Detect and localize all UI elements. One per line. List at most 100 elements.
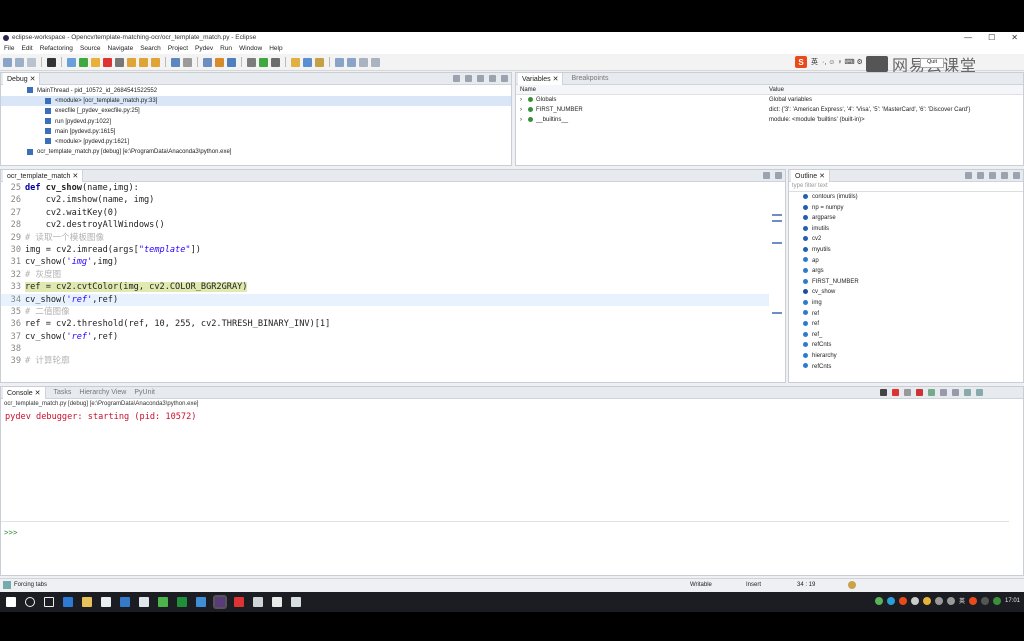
use-step-filters-icon[interactable] — [183, 57, 192, 67]
maximize-editor-icon[interactable] — [775, 172, 782, 179]
forward-icon[interactable] — [371, 57, 380, 67]
search-icon[interactable] — [25, 597, 35, 607]
resume-icon[interactable] — [79, 57, 88, 67]
outline-item[interactable]: FIRST_NUMBER — [789, 277, 1023, 288]
clear-console-icon[interactable] — [928, 389, 935, 396]
app-icon-3[interactable] — [177, 597, 187, 607]
tab-hierarchy-view[interactable]: Hierarchy View — [79, 389, 126, 396]
outline-item[interactable]: ref — [789, 309, 1023, 320]
progress-icon[interactable] — [848, 581, 856, 589]
code-line[interactable]: 31 cv_show('img',img) — [1, 256, 769, 268]
close-icon[interactable] — [989, 172, 996, 179]
new-icon[interactable] — [3, 57, 12, 67]
code-line[interactable]: 26 cv2.imshow(name, img) — [1, 194, 769, 206]
menu-source[interactable]: Source — [80, 45, 101, 52]
debug-stack-item[interactable]: main [pydevd.py:1615] — [1, 127, 511, 137]
eclipse-taskbar-icon[interactable] — [213, 595, 227, 609]
wechat-icon[interactable] — [158, 597, 168, 607]
app-icon-8[interactable] — [291, 597, 301, 607]
outline-item[interactable]: argparse — [789, 213, 1023, 224]
view-menu-icon[interactable] — [477, 75, 484, 82]
outline-item[interactable]: cv2 — [789, 234, 1023, 245]
tab-pyunit[interactable]: PyUnit — [134, 389, 155, 396]
link-icon[interactable] — [1001, 172, 1008, 179]
app-icon-7[interactable] — [272, 597, 282, 607]
collapse-icon[interactable] — [465, 75, 472, 82]
maximize-view-icon[interactable] — [501, 75, 508, 82]
code-line[interactable]: 29 # 读取一个模板图像 — [1, 232, 769, 244]
menu-file[interactable]: File — [4, 45, 14, 52]
menu-window[interactable]: Window — [239, 45, 262, 52]
app-icon-6[interactable] — [253, 597, 263, 607]
close-button[interactable]: ✕ — [1011, 33, 1018, 42]
variable-row[interactable]: › Globals Global variables — [516, 95, 1023, 105]
open-console-icon[interactable] — [976, 389, 983, 396]
debug-config-icon[interactable] — [247, 57, 256, 67]
tab-breakpoints[interactable]: Breakpoints — [571, 75, 608, 82]
code-line[interactable]: 33 ref = cv2.cvtColor(img, cv2.COLOR_BGR2… — [1, 281, 769, 293]
menu-pydev[interactable]: Pydev — [195, 45, 213, 52]
quick-access[interactable]: Quit — [920, 58, 944, 68]
tab-variables[interactable]: Variables ✕ — [518, 73, 564, 85]
outline-item[interactable]: np = numpy — [789, 203, 1023, 214]
outline-item[interactable]: ref — [789, 319, 1023, 330]
app-icon-4[interactable] — [196, 597, 206, 607]
menu-navigate[interactable]: Navigate — [108, 45, 134, 52]
display-console-icon[interactable] — [964, 389, 971, 396]
explorer-icon[interactable] — [82, 597, 92, 607]
view-menu-icon[interactable] — [1013, 172, 1020, 179]
menu-refactoring[interactable]: Refactoring — [40, 45, 73, 52]
minimize-view-icon[interactable] — [489, 75, 496, 82]
outline-item[interactable]: ref_ — [789, 330, 1023, 341]
expand-icon[interactable]: › — [520, 117, 522, 123]
debug-stack-item[interactable]: MainThread - pid_10572_id_2684541522552 — [1, 86, 511, 96]
notification-icon[interactable] — [980, 596, 989, 605]
code-line[interactable]: 36 ref = cv2.threshold(ref, 10, 255, cv2.… — [1, 318, 769, 330]
back-icon[interactable] — [359, 57, 368, 67]
code-editor[interactable]: 25 def cv_show(name,img): 26 cv2.imshow(na… — [1, 182, 769, 372]
tray-icon-4[interactable] — [910, 596, 919, 605]
debug-stack-item[interactable]: <module> [pydevd.py:1621] — [1, 137, 511, 147]
step-into-icon[interactable] — [127, 57, 136, 67]
terminate-icon[interactable] — [103, 57, 112, 67]
expand-icon[interactable]: › — [520, 107, 522, 113]
outline-item[interactable]: img — [789, 298, 1023, 309]
drop-to-frame-icon[interactable] — [171, 57, 180, 67]
minimize-button[interactable]: — — [964, 33, 972, 42]
run-icon[interactable] — [259, 57, 268, 67]
outline-item[interactable]: cv_show — [789, 287, 1023, 298]
app-icon-2[interactable] — [139, 597, 149, 607]
remove-all-icon[interactable] — [916, 389, 923, 396]
tab-ocr-template-match[interactable]: ocr_template_match ✕ — [3, 170, 84, 182]
outline-item[interactable]: ap — [789, 256, 1023, 267]
code-line[interactable]: 32 # 灰度图 — [1, 269, 769, 281]
app-tray-icon[interactable] — [992, 596, 1001, 605]
outline-item[interactable]: hierarchy — [789, 351, 1023, 362]
disconnect-icon[interactable] — [115, 57, 124, 67]
outline-item[interactable]: myutils — [789, 245, 1023, 256]
menu-edit[interactable]: Edit — [21, 45, 32, 52]
task-view-icon[interactable] — [44, 597, 54, 607]
debug-stack-item[interactable]: execfile [_pydev_execfile.py:25] — [1, 106, 511, 116]
debug-stack-item[interactable]: ocr_template_match.py [debug] [e:\Progra… — [1, 147, 511, 157]
tab-tasks[interactable]: Tasks — [54, 389, 72, 396]
tray-icon-5[interactable] — [922, 596, 931, 605]
menu-project[interactable]: Project — [168, 45, 188, 52]
remove-launches-icon[interactable] — [453, 75, 460, 82]
open-type-icon[interactable] — [203, 57, 212, 67]
external-tools-icon[interactable] — [271, 57, 280, 67]
code-line[interactable]: 38 — [1, 343, 769, 355]
console-prompt[interactable]: >>> — [1, 521, 1009, 543]
code-line[interactable]: 39 # 计算轮廓 — [1, 355, 769, 367]
tray-icon-1[interactable] — [874, 596, 883, 605]
minimize-editor-icon[interactable] — [763, 172, 770, 179]
scroll-lock-icon[interactable] — [940, 389, 947, 396]
code-line[interactable]: 30 img = cv2.imread(args["template"]) — [1, 244, 769, 256]
new-folder-icon[interactable] — [291, 57, 300, 67]
debug-stack-item[interactable]: run [pydevd.py:1022] — [1, 117, 511, 127]
outline-item[interactable]: imutils — [789, 224, 1023, 235]
sogou-tray-icon[interactable] — [968, 596, 977, 605]
outline-item[interactable]: refCnts — [789, 340, 1023, 351]
code-line[interactable]: 35 # 二值图像 — [1, 306, 769, 318]
tray-icon-2[interactable] — [886, 596, 895, 605]
